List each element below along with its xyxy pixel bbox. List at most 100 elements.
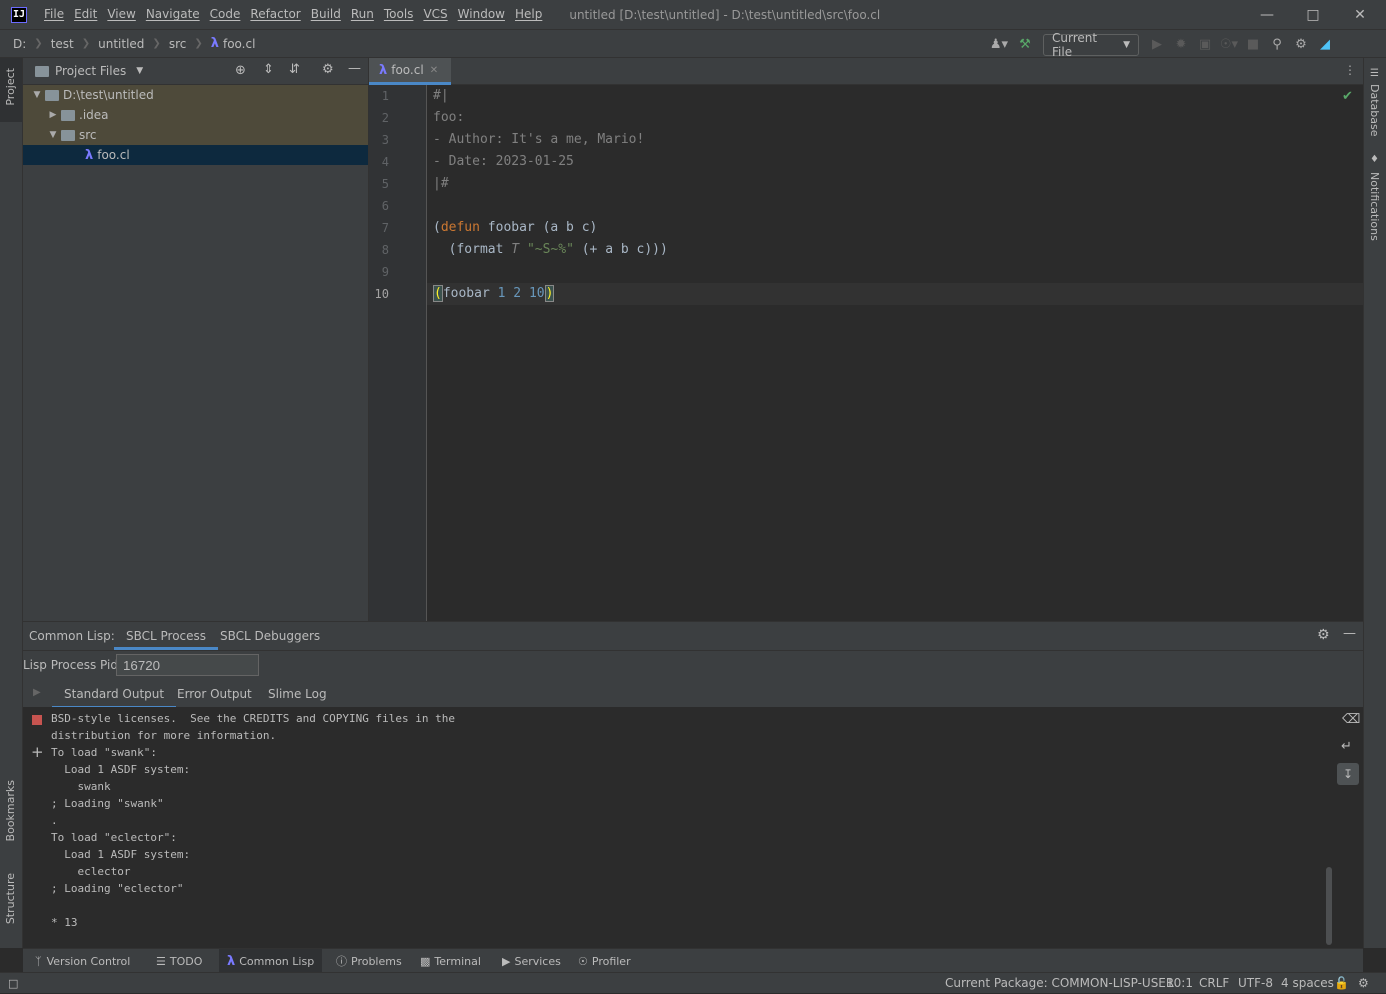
bookmarks-tool-button[interactable]: Bookmarks [4, 780, 17, 841]
hide-panel-icon[interactable]: — [1343, 626, 1356, 641]
inspection-ok-icon[interactable]: ✔ [1342, 89, 1353, 104]
project-panel: Project Files ▼ ⊕ ⇕ ⇵ ⚙ — ▼ D:\test\unti… [23, 58, 369, 621]
caret-position[interactable]: 10:1 [1166, 973, 1193, 994]
tree-item-idea[interactable]: ▶ .idea [23, 105, 368, 125]
chevron-down-icon[interactable]: ▼ [136, 66, 143, 76]
menu-refactor[interactable]: Refactor [245, 0, 305, 29]
console-line: To load "eclector": [51, 831, 177, 844]
minimize-icon[interactable]: — [1244, 0, 1290, 29]
terminal-tool-button[interactable]: ▩ Terminal [420, 949, 481, 973]
play-icon[interactable]: ▶ [33, 687, 41, 698]
menu-file[interactable]: File [39, 0, 69, 29]
expand-all-icon[interactable]: ⇕ [263, 62, 274, 77]
close-tab-icon[interactable]: ✕ [430, 65, 438, 76]
intellij-logo-icon[interactable]: IJ [11, 6, 27, 23]
scrollbar-thumb[interactable] [1326, 867, 1332, 945]
inspection-widget-icon[interactable]: ⚙ [1358, 973, 1369, 994]
tree-item-src[interactable]: ▼ src [23, 125, 368, 145]
lock-icon[interactable]: 🔓 [1334, 973, 1349, 994]
collapse-all-icon[interactable]: ⇵ [289, 62, 300, 77]
menu-view[interactable]: View [102, 0, 140, 29]
gear-icon[interactable]: ⚙ [1317, 627, 1330, 643]
more-options-icon[interactable]: ⋮ [1344, 63, 1356, 77]
structure-tool-button[interactable]: Structure [4, 873, 17, 924]
chevron-down-icon[interactable]: ▼ [45, 130, 61, 140]
common-lisp-tool-button[interactable]: λ Common Lisp [219, 949, 323, 973]
profile-icon[interactable]: ☉▾ [1217, 33, 1241, 57]
run-icon[interactable]: ▶ [1145, 33, 1169, 57]
line-separator[interactable]: CRLF [1199, 973, 1229, 994]
breadcrumb-untitled[interactable]: untitled [98, 37, 144, 51]
menu-navigate[interactable]: Navigate [141, 0, 205, 29]
menu-vcs[interactable]: VCS [418, 0, 452, 29]
menu-build[interactable]: Build [306, 0, 346, 29]
database-tool-button[interactable]: Database [1368, 84, 1381, 137]
breadcrumb-src[interactable]: src [169, 37, 187, 51]
tool-windows-toggle-icon[interactable]: □ [8, 973, 18, 994]
profiler-tool-button[interactable]: ☉ Profiler [578, 949, 631, 973]
soft-wrap-icon[interactable]: ↵ [1341, 739, 1352, 754]
menu-code[interactable]: Code [205, 0, 246, 29]
current-package-status[interactable]: Current Package: COMMON-LISP-USER [945, 973, 1174, 994]
constant-t: T [511, 242, 520, 257]
pid-field[interactable] [116, 654, 259, 676]
run-config-dropdown[interactable]: Current File ▼ [1043, 31, 1139, 59]
indent-setting[interactable]: 4 spaces [1281, 973, 1334, 994]
menu-edit[interactable]: Edit [69, 0, 102, 29]
notifications-tool-button[interactable]: Notifications [1368, 172, 1381, 241]
menu-help[interactable]: Help [510, 0, 547, 29]
add-icon[interactable]: + [31, 743, 44, 761]
matched-paren: ( [433, 285, 443, 302]
menu-window[interactable]: Window [453, 0, 510, 29]
close-icon[interactable]: ✕ [1337, 0, 1383, 29]
project-tool-button[interactable]: Project [0, 58, 22, 122]
trash-icon[interactable]: ⌫ [1342, 712, 1360, 727]
gear-icon[interactable]: ⚙ [1289, 33, 1313, 57]
todo-tool-button[interactable]: ☰ TODO [156, 949, 202, 973]
breadcrumb-test[interactable]: test [51, 37, 74, 51]
gear-icon[interactable]: ⚙ [322, 62, 334, 77]
version-control-tool-button[interactable]: ᛉ Version Control [35, 949, 130, 973]
number-literal: 10 [528, 286, 545, 301]
locate-icon[interactable]: ⊕ [235, 63, 246, 78]
tab-sbcl-debuggers[interactable]: SBCL Debuggers [220, 622, 320, 650]
menu-tools[interactable]: Tools [379, 0, 419, 29]
scroll-to-end-icon[interactable]: ↧ [1337, 763, 1359, 785]
stop-icon[interactable]: ■ [1241, 33, 1265, 57]
hide-panel-icon[interactable]: — [348, 61, 361, 76]
project-view-selector[interactable]: Project Files [55, 64, 126, 78]
tab-standard-output[interactable]: Standard Output [52, 680, 177, 708]
debug-icon[interactable]: ✹ [1169, 33, 1193, 57]
tree-item-foo-cl[interactable]: λ foo.cl [23, 145, 368, 165]
tab-sbcl-process[interactable]: SBCL Process [114, 622, 219, 650]
profiler-icon: ☉ [578, 954, 588, 968]
project-panel-header: Project Files ▼ ⊕ ⇕ ⇵ ⚙ — [23, 58, 368, 85]
stop-process-icon[interactable] [32, 715, 42, 725]
maximize-icon[interactable]: □ [1290, 0, 1336, 29]
menu-run[interactable]: Run [346, 0, 379, 29]
chevron-down-icon[interactable]: ▼ [29, 90, 45, 100]
tab-slime-log[interactable]: Slime Log [268, 680, 327, 708]
code-line-1: #| [433, 88, 449, 103]
services-tool-button[interactable]: ▶ Services [502, 949, 561, 973]
console-line: Load 1 ASDF system: [51, 763, 191, 776]
coverage-icon[interactable]: ▣ [1193, 33, 1217, 57]
search-icon[interactable]: ⚲ [1265, 33, 1289, 57]
user-account-icon[interactable]: ♟▾ [985, 33, 1013, 57]
tree-item-root[interactable]: ▼ D:\test\untitled [23, 85, 368, 105]
code-editor[interactable]: #| foo: - Author: It's a me, Mario! - Da… [427, 85, 1363, 621]
breadcrumb-file[interactable]: foo.cl [223, 37, 255, 51]
build-hammer-icon[interactable]: ⚒ [1013, 33, 1037, 57]
problems-tool-button[interactable]: ⓘ Problems [336, 949, 402, 973]
line-number: 4 [381, 155, 389, 169]
tab-error-output[interactable]: Error Output [177, 680, 252, 708]
tab-foo-cl[interactable]: λ foo.cl ✕ [369, 58, 451, 85]
tool-window-title: Common Lisp: [29, 629, 115, 643]
line-number: 7 [381, 221, 389, 235]
breadcrumb-drive[interactable]: D: [13, 37, 26, 51]
file-encoding[interactable]: UTF-8 [1238, 973, 1273, 994]
chevron-right-icon[interactable]: ▶ [45, 110, 61, 120]
code-with-me-icon[interactable]: ◢ [1313, 33, 1337, 57]
console-output[interactable]: + BSD-style licenses. See the CREDITS an… [23, 707, 1363, 948]
